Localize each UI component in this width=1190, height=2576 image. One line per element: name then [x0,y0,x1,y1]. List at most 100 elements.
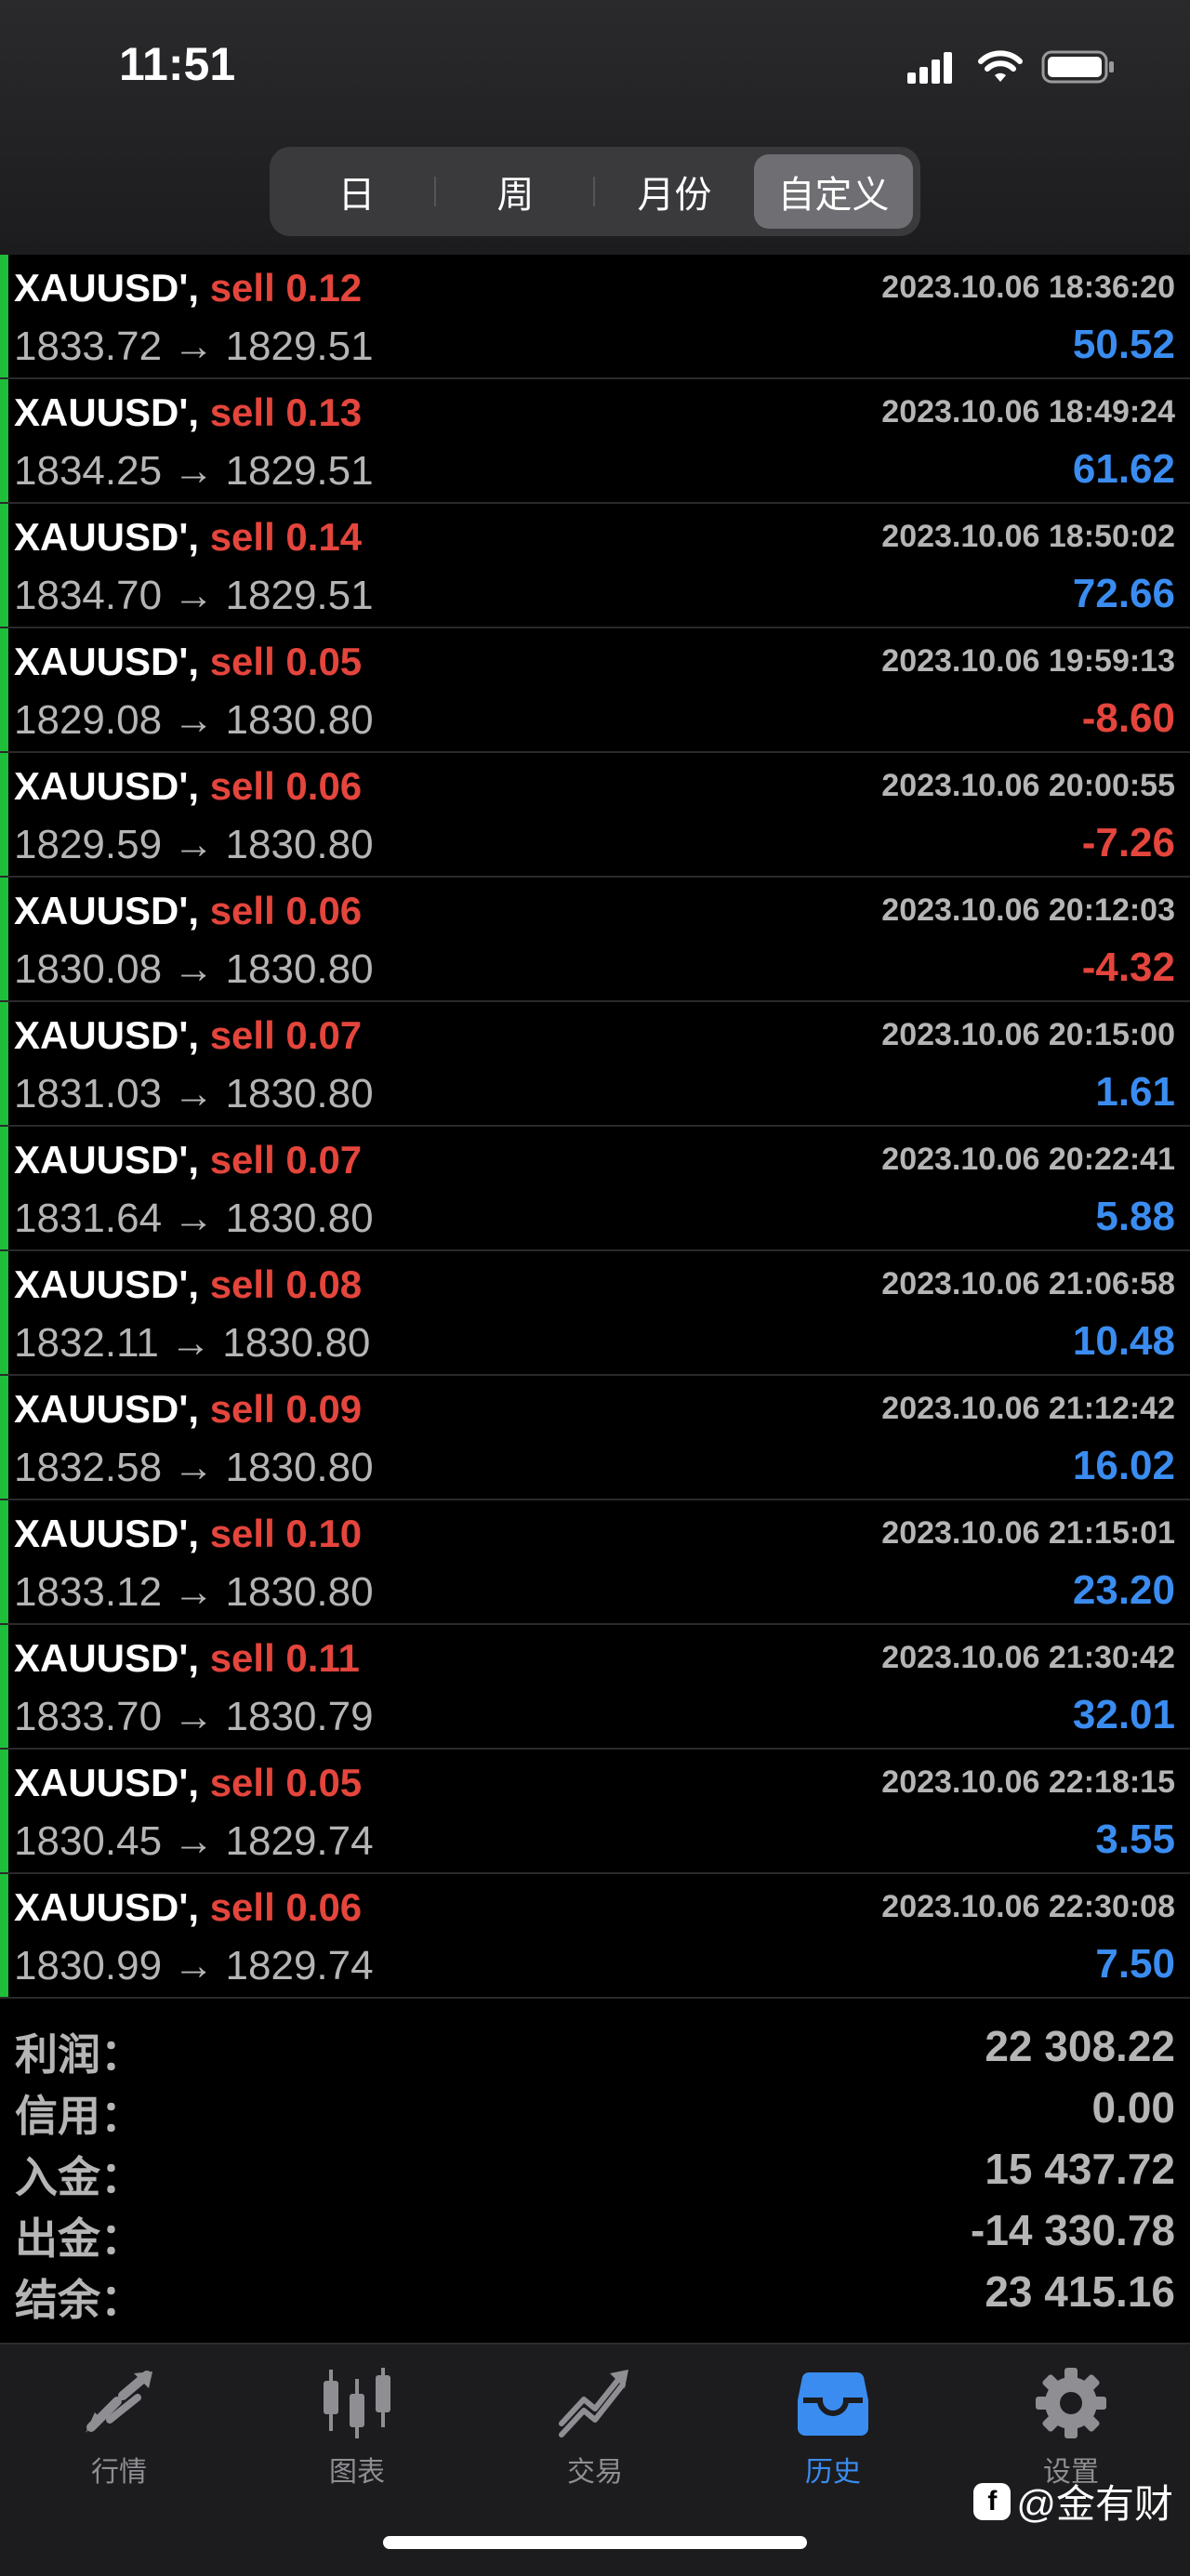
trade-volume: 0.12 [285,266,363,310]
symbol-name: XAUUSD' [14,266,189,310]
close-price: 1830.80 [225,946,374,992]
price-arrow: → [173,1445,215,1490]
price-arrow: → [173,324,215,369]
trade-profit: 61.62 [1072,446,1175,492]
trade-profit: 1.61 [1095,1069,1175,1115]
gear-icon [1036,2368,1106,2438]
segment-day[interactable]: 日 [277,154,436,229]
watermark: f @金有财 [973,2473,1173,2530]
trade-side: sell [209,1761,275,1804]
close-price: 1830.80 [222,1320,371,1366]
tab-quotes[interactable]: 行情 [45,2363,193,2493]
trade-volume: 0.14 [285,515,363,559]
trade-profit: 7.50 [1095,1941,1175,1987]
trade-symbol: XAUUSD', sell 0.13 [14,390,362,435]
candlestick-chart-icon [324,2368,390,2438]
symbol-separator: , [188,889,200,932]
segment-month[interactable]: 月份 [595,154,754,229]
trade-symbol: XAUUSD', sell 0.05 [14,1761,362,1805]
trade-status-bar [0,1874,8,1997]
watermark-text: @金有财 [1016,2482,1173,2526]
trade-volume: 0.06 [285,764,363,808]
account-summary: 利润： 22 308.22 信用： 0.00 入金： 15 437.72 出金： -14 33… [0,2014,1190,2324]
trade-volume: 0.13 [285,390,363,434]
segment-custom[interactable]: 自定义 [754,154,913,229]
trade-symbol: XAUUSD', sell 0.06 [14,1885,362,1930]
trade-row[interactable]: XAUUSD', sell 0.06 2023.10.06 22:30:08 183… [0,1874,1190,1999]
trade-row[interactable]: XAUUSD', sell 0.05 2023.10.06 22:18:15 183… [0,1750,1190,1874]
open-price: 1829.08 [14,697,163,743]
trade-row[interactable]: XAUUSD', sell 0.13 2023.10.06 18:49:24 183… [0,379,1190,504]
trade-symbol: XAUUSD', sell 0.05 [14,640,362,684]
symbol-separator: , [188,640,200,683]
close-price: 1830.80 [225,1569,374,1615]
segment-week[interactable]: 周 [436,154,595,229]
trade-profit: -7.26 [1081,820,1175,865]
trade-row[interactable]: XAUUSD', sell 0.09 2023.10.06 21:12:42 183… [0,1376,1190,1500]
price-arrow: → [173,822,215,867]
tab-history[interactable]: 历史 [759,2363,907,2493]
summary-value: 0.00 [1091,2083,1175,2132]
open-price: 1834.25 [14,448,163,494]
trade-history-list: XAUUSD', sell 0.12 2023.10.06 18:36:20 183… [0,255,1190,1999]
trade-row[interactable]: XAUUSD', sell 0.08 2023.10.06 21:06:58 183… [0,1251,1190,1376]
symbol-name: XAUUSD' [14,1013,189,1057]
trade-row[interactable]: XAUUSD', sell 0.06 2023.10.06 20:00:55 182… [0,753,1190,878]
summary-row: 利润： 22 308.22 [0,2014,1190,2079]
trade-time: 2023.10.06 18:49:24 [881,394,1175,429]
trade-profit: 3.55 [1095,1816,1175,1862]
price-arrow: → [170,1320,212,1366]
trade-prices: 1833.72 → 1829.51 [14,324,374,370]
summary-value: -14 330.78 [971,2206,1175,2254]
trade-profit: 32.01 [1072,1692,1175,1737]
trade-side: sell [209,515,275,559]
trade-side: sell [209,1387,275,1431]
trade-profit: -4.32 [1081,945,1175,990]
trade-row[interactable]: XAUUSD', sell 0.10 2023.10.06 21:15:01 183… [0,1500,1190,1625]
symbol-name: XAUUSD' [14,1512,189,1555]
trade-prices: 1832.58 → 1830.80 [14,1445,374,1491]
trade-row[interactable]: XAUUSD', sell 0.14 2023.10.06 18:50:02 183… [0,504,1190,628]
trade-profit: 10.48 [1072,1318,1175,1364]
symbol-name: XAUUSD' [14,1138,189,1182]
tab-charts[interactable]: 图表 [283,2363,431,2493]
trade-profit: 16.02 [1072,1443,1175,1488]
trade-row[interactable]: XAUUSD', sell 0.12 2023.10.06 18:36:20 183… [0,255,1190,379]
trade-chart-icon [559,2370,628,2437]
trade-time: 2023.10.06 18:50:02 [881,519,1175,554]
trade-side: sell [209,1013,275,1057]
price-arrow: → [173,1943,215,1988]
trade-row[interactable]: XAUUSD', sell 0.07 2023.10.06 20:22:41 183… [0,1127,1190,1251]
price-arrow: → [173,573,215,618]
trade-status-bar [0,628,8,751]
quotes-arrows-icon [86,2371,152,2433]
trade-row[interactable]: XAUUSD', sell 0.05 2023.10.06 19:59:13 182… [0,628,1190,753]
trade-status-bar [0,255,8,377]
tab-trade[interactable]: 交易 [521,2363,669,2493]
trade-side: sell [209,390,275,434]
symbol-separator: , [188,515,200,559]
trade-volume: 0.09 [285,1387,363,1431]
trade-row[interactable]: XAUUSD', sell 0.11 2023.10.06 21:30:42 183… [0,1625,1190,1750]
trade-symbol: XAUUSD', sell 0.06 [14,764,362,809]
summary-label: 信用： [15,2092,143,2140]
trade-status-bar [0,753,8,876]
trade-volume: 0.08 [285,1262,363,1306]
trade-side: sell [209,640,275,683]
trade-side: sell [209,1885,275,1929]
trade-profit: 50.52 [1072,322,1175,367]
trade-time: 2023.10.06 22:18:15 [881,1764,1175,1800]
summary-label: 出金： [15,2214,143,2263]
symbol-separator: , [188,1885,200,1929]
open-price: 1832.58 [14,1445,163,1490]
trade-row[interactable]: XAUUSD', sell 0.07 2023.10.06 20:15:00 183… [0,1002,1190,1127]
home-indicator[interactable] [383,2536,807,2549]
trade-symbol: XAUUSD', sell 0.07 [14,1013,362,1058]
close-price: 1829.74 [225,1943,374,1988]
trade-symbol: XAUUSD', sell 0.07 [14,1138,362,1182]
trade-symbol: XAUUSD', sell 0.11 [14,1636,360,1681]
trade-row[interactable]: XAUUSD', sell 0.06 2023.10.06 20:12:03 183… [0,878,1190,1002]
open-price: 1830.99 [14,1943,163,1988]
summary-label: 结余： [15,2276,143,2324]
price-arrow: → [173,448,215,494]
